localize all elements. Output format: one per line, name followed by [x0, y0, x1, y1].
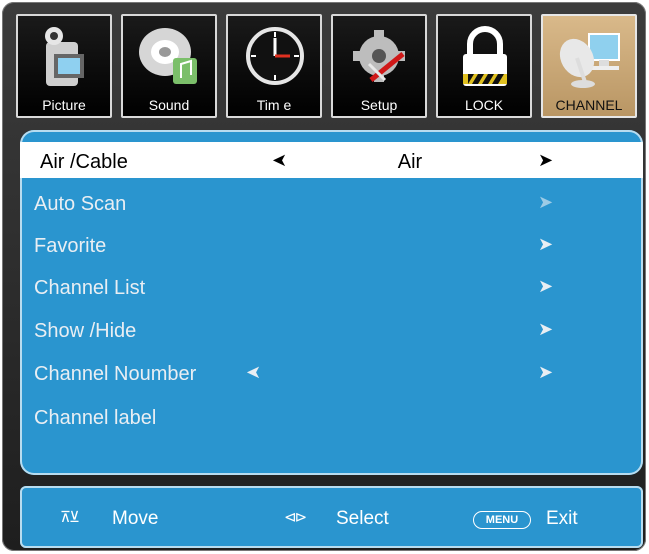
footer-select-label: Select	[336, 508, 389, 529]
satellite-dish-icon	[559, 33, 620, 88]
tab-label: CHANNEL	[555, 97, 623, 113]
arrow-left-icon[interactable]: ➤	[272, 150, 287, 171]
up-down-keys-icon: ⊼⊻	[60, 509, 80, 526]
tab-setup[interactable]: Setup	[331, 14, 427, 118]
menu-key-icon: MENU	[473, 511, 531, 529]
arrow-left-icon: ➤	[246, 362, 262, 382]
arrow-right-icon: ➤	[538, 276, 554, 296]
tab-label: LOCK	[464, 97, 504, 113]
gear-tools-icon	[353, 30, 405, 82]
arrow-right-icon: ➤	[538, 192, 554, 212]
menu-item-favorite[interactable]: Favorite ➤	[20, 228, 643, 264]
footer-move-label: Move	[112, 508, 159, 529]
menu-item-show-hide[interactable]: Show /Hide ➤	[20, 313, 643, 349]
menu-item-air-cable[interactable]: Air /Cable ➤ Air ➤	[20, 142, 643, 178]
menu-item-channel-label[interactable]: Channel label	[20, 400, 643, 436]
tab-label: Sound	[148, 97, 190, 113]
tab-bar: Picture Sound Tim e Setup LOCK CHANNEL	[16, 14, 642, 120]
menu-item-channel-list[interactable]: Channel List ➤	[20, 270, 643, 306]
air-cable-value: Air	[397, 151, 423, 173]
arrow-right-icon: ➤	[538, 234, 554, 254]
left-right-keys-icon: ⊲⊳	[284, 509, 307, 526]
arrow-right-icon: ➤	[538, 362, 554, 382]
tab-picture[interactable]: Picture	[16, 14, 112, 118]
padlock-icon	[463, 26, 507, 86]
channel-menu: Air /Cable ➤ Air ➤ Auto Scan ➤ Favorite …	[20, 130, 643, 475]
tab-label: Tim e	[256, 97, 292, 113]
camera-icon	[45, 27, 84, 86]
menu-item-label: Favorite	[34, 235, 107, 257]
arrow-right-icon[interactable]: ➤	[538, 150, 553, 171]
menu-item-label: Auto Scan	[34, 193, 127, 215]
speaker-music-icon	[139, 28, 197, 84]
footer-exit-label: Exit	[546, 508, 578, 529]
menu-item-label: Channel List	[34, 277, 146, 299]
clock-icon	[246, 27, 304, 85]
menu-item-label: Show /Hide	[34, 320, 137, 342]
menu-item-auto-scan[interactable]: Auto Scan ➤	[20, 186, 643, 222]
menu-item-label: Channel Noumber	[34, 363, 197, 385]
tab-sound[interactable]: Sound	[121, 14, 217, 118]
tab-lock[interactable]: LOCK	[436, 14, 532, 118]
menu-item-label: Channel label	[34, 407, 157, 429]
tab-label: Setup	[360, 97, 398, 113]
tab-channel[interactable]: CHANNEL	[541, 14, 637, 118]
menu-item-label: Air /Cable	[40, 151, 128, 173]
menu-item-channel-number[interactable]: Channel Noumber ➤ ➤	[20, 356, 643, 392]
footer-bar: ⊼⊻ Move ⊲⊳ Select MENU Exit	[20, 486, 643, 548]
tab-time[interactable]: Tim e	[226, 14, 322, 118]
tab-label: Picture	[42, 97, 86, 113]
osd-frame: Picture Sound Tim e Setup LOCK CHANNEL A…	[2, 2, 646, 551]
arrow-right-icon: ➤	[538, 319, 554, 339]
